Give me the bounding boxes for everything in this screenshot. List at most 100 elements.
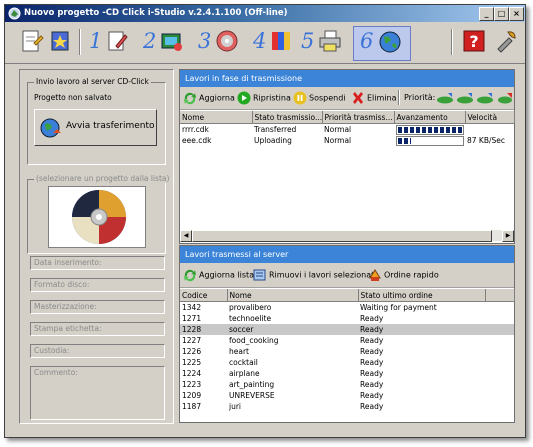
step-3-number[interactable]: 3 (198, 29, 211, 53)
tools-icon[interactable] (493, 28, 519, 54)
project-preview-group: (selezionare un progetto dalla lista) (27, 174, 172, 254)
row-filler (485, 302, 514, 314)
row-filler (485, 346, 514, 357)
app-icon (8, 7, 21, 20)
order-name: provalibero (229, 303, 272, 312)
scroll-thumb[interactable] (192, 230, 492, 242)
step-4-number[interactable]: 4 (253, 29, 266, 53)
help-icon[interactable]: ? (461, 28, 487, 54)
minimize-button[interactable]: _ (479, 7, 494, 21)
column-header-last-order-status[interactable]: Stato ultimo ordine (358, 289, 486, 302)
burning-field: Masterizzazione: (30, 300, 165, 314)
order-code: 1227 (182, 336, 202, 345)
step-6-number[interactable]: 6 (360, 29, 373, 53)
table-row[interactable]: 1271 technoelite Ready (180, 313, 514, 324)
order-name: art_painting (229, 380, 275, 389)
send-job-group: Invio lavoro al server CD-Click Progetto… (27, 77, 166, 165)
priority-highest-icon[interactable] (496, 92, 513, 104)
suspend-button[interactable]: Sospendi (293, 91, 346, 105)
priority-high-icon[interactable] (476, 92, 494, 104)
table-row[interactable]: 1342 provalibero Waiting for payment (180, 302, 514, 314)
order-status: Ready (360, 380, 384, 389)
column-header-progress[interactable]: Avanzamento (394, 111, 466, 124)
table-row[interactable]: 1187 juri Ready (180, 401, 514, 412)
column-header-filler (485, 289, 515, 302)
main-toolbar: 1 2 3 4 5 6 ? (5, 23, 525, 64)
label-print-field: Stampa etichetta: (30, 322, 165, 336)
disc-preview-image (72, 190, 126, 244)
transmission-hscrollbar[interactable]: ◀ ▶ (180, 230, 514, 242)
transmitted-panel: Lavori trasmessi al server Aggiorna list… (179, 245, 515, 423)
open-project-icon[interactable] (47, 28, 73, 54)
step-6-selected[interactable]: 6 (353, 26, 411, 61)
color-palette-icon[interactable] (268, 28, 294, 54)
refresh-list-button[interactable]: Aggiorna lista (183, 268, 254, 282)
order-name: cocktail (229, 358, 258, 367)
table-row[interactable]: 1224 airplane Ready (180, 368, 514, 379)
transmitted-table: Codice Nome Stato ultimo ordine 1342 prov… (180, 289, 515, 412)
table-row[interactable]: 1226 heart Ready (180, 346, 514, 357)
column-header-speed[interactable]: Velocità (465, 111, 515, 124)
quick-order-icon (369, 269, 381, 281)
remove-selected-button[interactable]: Rimuovi i lavori selezionati (253, 268, 377, 282)
edit-icon[interactable] (104, 28, 130, 54)
start-transfer-button[interactable]: Avvia trasferimento (34, 109, 157, 146)
delete-button[interactable]: Elimina (351, 91, 397, 105)
column-header-name[interactable]: Nome (227, 289, 359, 302)
update-button[interactable]: Aggiorna (183, 91, 235, 105)
table-row[interactable]: 1223 art_painting Ready (180, 379, 514, 390)
suspend-label: Sospendi (309, 93, 346, 103)
priority-label: Priorità: (404, 93, 436, 102)
job-priority: Normal (324, 125, 352, 134)
order-code: 1342 (182, 303, 202, 312)
window-title: Nuovo progetto -CD Click i-Studio v.2.4.… (24, 8, 288, 18)
column-header-name[interactable]: Nome (180, 111, 253, 124)
transmission-panel-title: Lavori in fase di trasmissione (180, 70, 514, 87)
column-header-code[interactable]: Codice (180, 289, 228, 302)
table-row[interactable]: eee.cdk Uploading Normal 87 KB/Sec (180, 135, 514, 146)
progress-fill (398, 126, 462, 133)
job-progress-cell (394, 124, 465, 136)
resume-button[interactable]: Ripristina (237, 91, 291, 105)
step-5-number[interactable]: 5 (301, 29, 314, 53)
print-icon[interactable] (317, 28, 343, 54)
globe-icon[interactable] (377, 29, 403, 55)
disc-icon[interactable] (214, 28, 240, 54)
table-row[interactable]: 1227 food_cooking Ready (180, 335, 514, 346)
order-name: soccer (227, 324, 358, 335)
table-row[interactable]: 1209 UNREVERSE Ready (180, 390, 514, 401)
table-row[interactable]: 1228 soccer Ready (180, 324, 514, 335)
order-code: 1225 (182, 358, 202, 367)
table-row[interactable]: 1225 cocktail Ready (180, 357, 514, 368)
step-1-number[interactable]: 1 (89, 29, 102, 53)
column-header-status[interactable]: Stato trasmissio... (252, 111, 323, 124)
refresh-list-label: Aggiorna lista (199, 270, 255, 280)
job-speed (465, 124, 514, 136)
title-bar[interactable]: Nuovo progetto -CD Click i-Studio v.2.4.… (5, 5, 525, 22)
priority-low-icon[interactable] (456, 92, 474, 104)
step-2-number[interactable]: 2 (143, 29, 156, 53)
order-code: 1226 (182, 347, 202, 356)
transmitted-panel-title: Lavori trasmessi al server (180, 246, 514, 263)
progress-bar (396, 135, 464, 146)
scroll-left-arrow-icon[interactable]: ◀ (180, 230, 192, 242)
order-code: 1223 (182, 380, 202, 389)
quick-order-label: Ordine rapido (384, 270, 439, 280)
scroll-right-arrow-icon[interactable]: ▶ (502, 230, 514, 242)
column-header-priority[interactable]: Priorità trasmiss... (322, 111, 395, 124)
new-project-icon[interactable] (19, 28, 45, 54)
order-name: technoelite (229, 314, 272, 323)
toolbar-separator (451, 29, 453, 55)
order-status: Ready (360, 402, 384, 411)
maximize-button[interactable]: □ (494, 7, 509, 21)
table-row[interactable]: rrrr.cdk Transferred Normal (180, 124, 514, 136)
quick-order-button[interactable]: Ordine rapido (368, 268, 439, 282)
transmission-table: Nome Stato trasmissio... Priorità trasmi… (180, 111, 515, 146)
close-button[interactable]: × (509, 7, 524, 21)
film-reel-icon[interactable] (158, 28, 184, 54)
pause-icon (293, 91, 307, 105)
priority-lowest-icon[interactable] (436, 92, 454, 104)
main-window: Nuovo progetto -CD Click i-Studio v.2.4.… (4, 4, 526, 438)
order-name: food_cooking (229, 336, 279, 345)
delete-label: Elimina (367, 93, 397, 103)
